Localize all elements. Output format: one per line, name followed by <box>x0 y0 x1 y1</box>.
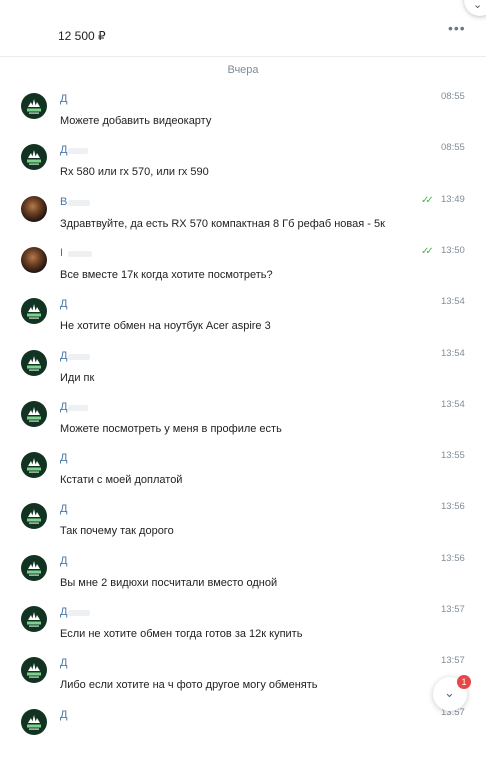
message-text: Можете посмотреть у меня в профиле есть <box>60 423 282 435</box>
message-row[interactable]: Д 13:54 Можете посмотреть у меня в профиле… <box>0 399 486 451</box>
adidas-logo-avatar[interactable] <box>21 452 47 478</box>
message-row[interactable]: I ✓✓ 13:50 Все вместе 17к когда хотите посм… <box>0 245 486 297</box>
message-author[interactable]: I <box>60 247 63 259</box>
message-text: Либо если хотите на ч фото другое могу о… <box>60 679 318 691</box>
redacted-name <box>68 200 90 206</box>
message-time: 08:55 <box>441 91 465 102</box>
message-author[interactable]: Д <box>60 144 67 156</box>
message-row[interactable]: Д 13:54 Иди пк <box>0 348 486 400</box>
adidas-logo-avatar[interactable] <box>21 298 47 324</box>
redacted-name <box>68 354 90 360</box>
adidas-logo-avatar[interactable] <box>21 709 47 735</box>
message-author[interactable]: Д <box>60 555 67 567</box>
message-author[interactable]: Д <box>60 657 67 669</box>
message-author[interactable]: Д <box>60 298 67 310</box>
redacted-name <box>68 405 88 411</box>
message-author[interactable]: Д <box>60 709 67 721</box>
message-row[interactable]: Д 13:57 Если не хотите обмен тогда готов з… <box>0 604 486 656</box>
message-author[interactable]: Д <box>60 606 67 618</box>
message-text: Можете добавить видеокарту <box>60 115 212 127</box>
adidas-logo-avatar[interactable] <box>21 503 47 529</box>
message-text: Иди пк <box>60 372 95 384</box>
chat-header: 12 500 ₽ ••• <box>0 0 486 57</box>
message-text: Все вместе 17к когда хотите посмотреть? <box>60 269 273 281</box>
message-time: 13:56 <box>441 501 465 512</box>
message-time: 13:57 <box>441 655 465 666</box>
date-separator: Вчера <box>227 64 259 76</box>
message-author[interactable]: Д <box>60 350 67 362</box>
message-author[interactable]: Д <box>60 401 67 413</box>
unread-badge: 1 <box>457 675 471 689</box>
message-row[interactable]: Д 13:55 Кстати с моей доплатой <box>0 450 486 502</box>
message-row[interactable]: Д 13:54 Не хотите обмен на ноутбук Acer as… <box>0 296 486 348</box>
message-text: Кстати с моей доплатой <box>60 474 183 486</box>
chevron-icon: ⌄ <box>473 0 483 11</box>
adidas-logo-avatar[interactable] <box>21 350 47 376</box>
redacted-name <box>68 610 90 616</box>
message-author[interactable]: Д <box>60 452 67 464</box>
message-text: Так почему так дорого <box>60 525 174 537</box>
redacted-name <box>68 148 88 154</box>
message-time: 13:56 <box>441 553 465 564</box>
message-author[interactable]: Д <box>60 503 67 515</box>
message-text: Здравтвуйте, да есть RX 570 компактная 8… <box>60 218 385 230</box>
message-time: 08:55 <box>441 142 465 153</box>
message-row[interactable]: В ✓✓ 13:49 Здравтвуйте, да есть RX 570 комп… <box>0 194 486 246</box>
message-text: Если не хотите обмен тогда готов за 12к … <box>60 628 303 640</box>
adidas-logo-avatar[interactable] <box>21 401 47 427</box>
read-check-icon: ✓✓ <box>421 246 434 257</box>
message-row[interactable]: Д 13:57 Либо если хотите на ч фото другое … <box>0 655 486 707</box>
adidas-logo-avatar[interactable] <box>21 144 47 170</box>
chevron-down-icon: ⌄ <box>444 685 455 700</box>
adidas-logo-avatar[interactable] <box>21 93 47 119</box>
message-text: Rx 580 или rx 570, или rx 590 <box>60 166 209 178</box>
message-time: 13:55 <box>441 450 465 461</box>
user-avatar[interactable] <box>21 196 47 222</box>
adidas-logo-avatar[interactable] <box>21 657 47 683</box>
adidas-logo-avatar[interactable] <box>21 606 47 632</box>
message-author[interactable]: Д <box>60 93 67 105</box>
message-time: 13:49 <box>441 194 465 205</box>
message-row[interactable]: Д 13:56 Так почему так дорого <box>0 501 486 553</box>
message-row[interactable]: Д 08:55 Rx 580 или rx 570, или rx 590 <box>0 142 486 194</box>
product-price: 12 500 ₽ <box>58 29 106 43</box>
message-text: Не хотите обмен на ноутбук Acer aspire 3 <box>60 320 271 332</box>
adidas-logo-avatar[interactable] <box>21 555 47 581</box>
message-text: Вы мне 2 видюхи посчитали вместо одной <box>60 577 278 589</box>
message-time: 13:50 <box>441 245 465 256</box>
message-row[interactable]: Д 13:57 <box>0 707 486 759</box>
user-avatar[interactable] <box>21 247 47 273</box>
more-dots-icon[interactable]: ••• <box>448 20 466 36</box>
message-time: 13:54 <box>441 348 465 359</box>
redacted-name <box>68 251 92 257</box>
message-time: 13:54 <box>441 296 465 307</box>
message-time: 13:54 <box>441 399 465 410</box>
message-row[interactable]: Д 08:55 Можете добавить видеокарту <box>0 91 486 143</box>
read-check-icon: ✓✓ <box>421 195 434 206</box>
message-row[interactable]: Д 13:56 Вы мне 2 видюхи посчитали вместо о… <box>0 553 486 605</box>
message-author[interactable]: В <box>60 196 67 208</box>
message-time: 13:57 <box>441 604 465 615</box>
